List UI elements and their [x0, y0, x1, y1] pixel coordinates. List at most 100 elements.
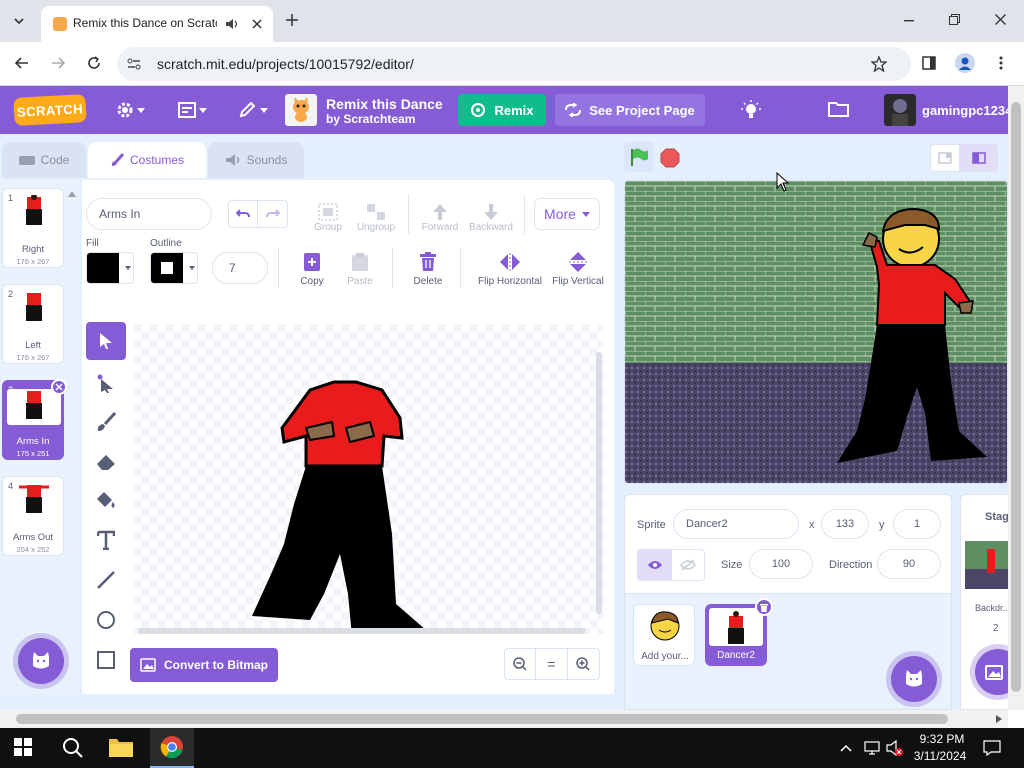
large-stage-button[interactable]	[960, 144, 998, 172]
choose-sprite-button[interactable]	[891, 656, 937, 702]
start-button[interactable]	[14, 738, 34, 758]
network-icon[interactable]	[864, 741, 880, 755]
hide-sprite-button[interactable]	[672, 550, 704, 580]
reload-icon[interactable]	[87, 56, 101, 70]
search-button[interactable]	[62, 737, 84, 759]
chrome-button[interactable]	[150, 728, 194, 768]
fill-color-picker[interactable]	[86, 252, 134, 284]
delete-costume-button[interactable]	[51, 379, 67, 395]
green-flag-icon	[631, 148, 648, 166]
line-icon	[97, 571, 115, 589]
rectangle-tool[interactable]	[86, 640, 126, 680]
my-stuff-button[interactable]	[828, 100, 850, 120]
menu-dots-icon[interactable]	[999, 56, 1003, 70]
new-tab-icon[interactable]	[286, 14, 298, 26]
direction-input[interactable]: 90	[877, 549, 941, 579]
x-input[interactable]: 133	[821, 509, 869, 539]
size-input[interactable]: 100	[749, 549, 813, 579]
stage[interactable]	[624, 180, 1008, 484]
forward-icon[interactable]	[51, 57, 65, 69]
costume-item[interactable]: 1 Right 176 x 267	[2, 188, 64, 268]
file-menu[interactable]	[178, 100, 208, 120]
show-sprite-button[interactable]	[638, 550, 672, 580]
choose-costume-button[interactable]	[18, 638, 64, 684]
green-flag-button[interactable]	[624, 142, 654, 172]
back-icon[interactable]	[15, 57, 29, 69]
project-author: by Scratchteam	[326, 112, 416, 126]
zoom-out-button[interactable]	[505, 649, 537, 679]
profile-avatar[interactable]	[955, 53, 975, 73]
redo-button[interactable]	[258, 200, 288, 228]
canvas-horizontal-scrollbar[interactable]	[138, 628, 586, 634]
stage-selector[interactable]: Stage Backdr... 2	[960, 494, 1021, 710]
brush-tool[interactable]	[86, 402, 126, 442]
audio-playing-icon[interactable]	[225, 18, 239, 30]
outline-width-input[interactable]: 7	[212, 252, 268, 284]
select-tool[interactable]	[86, 322, 126, 360]
fill-tool[interactable]	[86, 480, 126, 520]
costume-item[interactable]: 2 Left 176 x 267	[2, 284, 64, 364]
edit-menu[interactable]	[239, 100, 269, 120]
side-panel-icon[interactable]	[922, 56, 936, 70]
chevron-up-icon[interactable]	[840, 744, 852, 752]
site-info-icon[interactable]	[127, 58, 141, 70]
minimize-icon[interactable]	[904, 20, 914, 22]
tab-costumes[interactable]: Costumes	[88, 142, 206, 178]
clock-date[interactable]: 3/11/2024	[910, 749, 970, 763]
browser-tab[interactable]: Remix this Dance on Scratch	[41, 6, 273, 42]
bookmark-star-icon[interactable]	[871, 56, 887, 72]
reshape-tool[interactable]	[86, 364, 126, 404]
notifications-icon[interactable]	[983, 740, 1001, 756]
small-stage-button[interactable]	[930, 144, 960, 172]
url-field[interactable]: scratch.mit.edu/projects/10015792/editor…	[117, 47, 911, 81]
theme-toggle[interactable]	[740, 100, 762, 122]
settings-menu[interactable]	[116, 100, 146, 120]
zoom-in-button[interactable]	[568, 649, 599, 679]
tab-search-button[interactable]	[8, 10, 30, 32]
costume-item[interactable]: 4 Arms Out 204 x 252	[2, 476, 64, 556]
undo-button[interactable]	[228, 200, 258, 228]
costume-item-selected[interactable]: 3 Arms In 175 x 251	[2, 379, 67, 460]
file-explorer-button[interactable]	[108, 736, 136, 760]
page-horizontal-scrollbar[interactable]	[0, 710, 1008, 728]
sprite-tile[interactable]: Add your...	[633, 604, 695, 666]
scroll-right-icon[interactable]	[996, 715, 1002, 723]
scratch-logo[interactable]: SCRATCH	[13, 94, 87, 126]
stop-sign-icon	[660, 148, 680, 168]
convert-to-bitmap-button[interactable]: Convert to Bitmap	[130, 648, 278, 682]
more-dropdown[interactable]: More	[534, 198, 600, 230]
vscroll-thumb[interactable]	[1011, 102, 1021, 692]
tab-code[interactable]: Code	[2, 142, 86, 178]
line-tool[interactable]	[86, 560, 126, 600]
tab-title: Remix this Dance on Scratch	[73, 16, 217, 30]
username[interactable]: gamingpc1234	[922, 103, 1010, 118]
sprite-tile-selected[interactable]: Dancer2	[705, 598, 773, 666]
circle-tool[interactable]	[86, 600, 126, 640]
size-label: Size	[721, 559, 743, 571]
hscroll-thumb[interactable]	[16, 714, 948, 724]
canvas-vertical-scrollbar[interactable]	[596, 352, 602, 614]
volume-muted-icon[interactable]	[886, 740, 904, 756]
clock-time[interactable]: 9:32 PM	[916, 732, 968, 746]
paint-canvas[interactable]	[134, 324, 604, 634]
cat-plus-icon	[33, 652, 49, 669]
text-tool[interactable]	[86, 520, 126, 560]
user-avatar[interactable]	[884, 94, 916, 126]
outline-color-picker[interactable]	[150, 252, 198, 284]
eraser-tool[interactable]	[86, 442, 126, 482]
see-project-page-button[interactable]: See Project Page	[555, 94, 705, 126]
list-scroll-up[interactable]	[68, 186, 76, 197]
sprite-name-input[interactable]: Dancer2	[673, 509, 799, 539]
restore-icon[interactable]	[949, 14, 960, 25]
remix-button[interactable]: Remix	[458, 94, 546, 126]
page-vertical-scrollbar[interactable]	[1008, 86, 1024, 710]
delete-sprite-button[interactable]	[755, 598, 773, 616]
close-tab-icon[interactable]	[252, 19, 262, 29]
project-title[interactable]: Remix this Dance	[326, 96, 443, 112]
close-window-icon[interactable]	[995, 14, 1006, 25]
costume-name-input[interactable]: Arms In	[86, 198, 212, 230]
zoom-reset-button[interactable]: =	[536, 649, 568, 679]
stop-button[interactable]	[660, 148, 680, 168]
y-input[interactable]: 1	[893, 509, 941, 539]
tab-sounds[interactable]: Sounds	[208, 142, 304, 178]
